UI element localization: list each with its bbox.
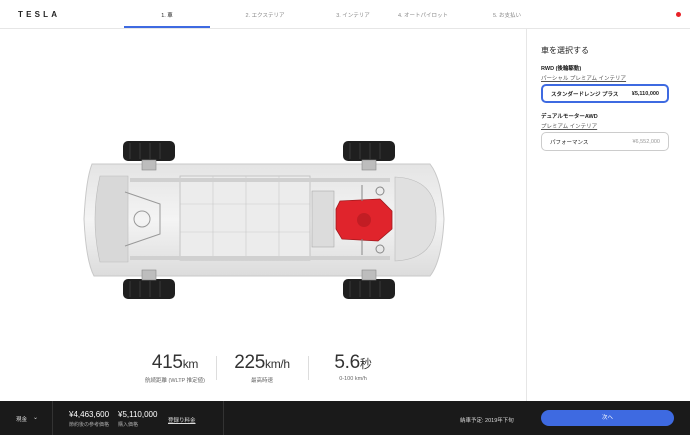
option-name: スタンダードレンジ プラス [551, 91, 619, 98]
spec-acceleration-value: 5.6 [334, 352, 360, 373]
bottom-divider [223, 401, 224, 435]
option-performance[interactable]: パフォーマンス ¥6,552,000 [541, 132, 669, 151]
spec-range-unit: km [182, 357, 199, 371]
notification-dot[interactable] [676, 12, 681, 17]
payment-select[interactable]: 現金 [16, 415, 27, 423]
car-viewer [0, 29, 526, 401]
spec-acceleration: 5.6秒 0-100 km/h [318, 352, 388, 382]
spec-top-speed-unit: km/h [265, 357, 290, 371]
option-price: ¥5,110,000 [631, 90, 659, 97]
step-payment[interactable]: 5. お支払い [464, 11, 550, 19]
spec-range-label: 航続距離 (WLTP 推定値) [145, 378, 205, 384]
option-standard-range-plus[interactable]: スタンダードレンジ プラス ¥5,110,000 [541, 84, 669, 103]
spec-range: 415km 航続距離 (WLTP 推定値) [135, 352, 215, 384]
active-step-indicator [124, 26, 210, 28]
delivery-estimate: 納車予定: 2019年下旬 [460, 418, 514, 424]
option-name: パフォーマンス [550, 139, 589, 146]
group-link-awd[interactable]: プレミアム インテリア [541, 122, 597, 130]
group-title-rwd: RWD (後輪駆動) [541, 66, 582, 72]
group-title-awd: デュアルモーターAWD [541, 114, 598, 120]
spec-divider [308, 356, 309, 380]
panel-title: 車を選択する [541, 46, 589, 55]
spec-acceleration-label: 0-100 km/h [339, 376, 367, 382]
fee-link[interactable]: 登録り料金 [168, 416, 196, 424]
bottom-bar: 現金 ⌄ ¥4,463,600 節約後の参考価格 ¥5,110,000 購入価格… [0, 401, 690, 435]
bottom-divider [52, 401, 53, 435]
step-autopilot[interactable]: 4. オートパイロット [380, 11, 466, 19]
savings-price-value: ¥4,463,600 [69, 410, 110, 419]
next-button[interactable]: 次へ [541, 410, 674, 426]
spec-range-value: 415 [151, 352, 183, 373]
spec-acceleration-unit: 秒 [359, 357, 372, 371]
purchase-price: ¥5,110,000 購入価格 [118, 410, 157, 428]
tesla-logo[interactable]: TESLA [18, 10, 60, 19]
spec-top-speed-label: 最高時速 [250, 378, 273, 384]
chevron-down-icon[interactable]: ⌄ [33, 414, 38, 421]
spec-top-speed-value: 225 [234, 352, 265, 373]
savings-price: ¥4,463,600 節約後の参考価格 [69, 410, 109, 428]
option-price: ¥6,552,000 [632, 138, 660, 145]
car-chassis-image [83, 141, 445, 299]
group-link-rwd[interactable]: パーシャル プレミアム インテリア [541, 74, 626, 82]
spec-top-speed: 225km/h 最高時速 [221, 352, 303, 384]
spec-divider [216, 356, 217, 380]
savings-price-label: 節約後の参考価格 [69, 422, 110, 428]
purchase-price-value: ¥5,110,000 [118, 410, 158, 419]
step-exterior[interactable]: 2. エクステリア [222, 11, 308, 19]
purchase-price-label: 購入価格 [118, 422, 139, 428]
step-car[interactable]: 1. 車 [124, 11, 210, 19]
config-panel: 車を選択する RWD (後輪駆動) パーシャル プレミアム インテリア スタンダ… [527, 29, 690, 401]
top-nav: TESLA 1. 車 2. エクステリア 3. インテリア 4. オートパイロッ… [0, 0, 690, 29]
